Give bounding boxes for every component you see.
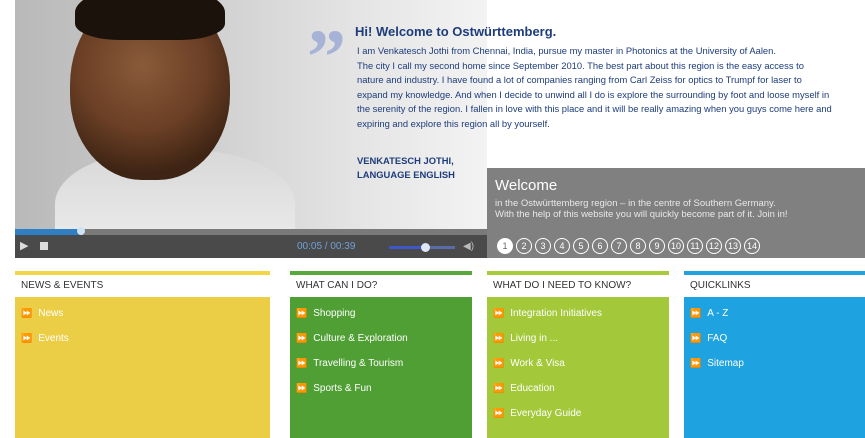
slide-page-2[interactable]: 2 — [516, 238, 532, 254]
tile-link-label: Living in ... — [510, 333, 559, 344]
welcome-line: the serenity of the region. I fallen in … — [357, 103, 832, 115]
fast-forward-icon: ⏩ — [493, 358, 505, 368]
hero-section: ▶ 00:05 / 00:39 ◀) ” Hi! Welcome to Ostw… — [15, 0, 865, 258]
slide-page-4[interactable]: 4 — [554, 238, 570, 254]
tile-link-label: Integration Initiatives — [510, 308, 602, 319]
panel-text: in the Ostwürttemberg region – in the ce… — [495, 198, 865, 220]
tile-link-label: Shopping — [313, 308, 356, 319]
slide-page-11[interactable]: 11 — [687, 238, 703, 254]
slide-page-13[interactable]: 13 — [725, 238, 741, 254]
slide-page-14[interactable]: 14 — [744, 238, 760, 254]
volume-slider[interactable] — [389, 243, 455, 252]
tile-link-label: News — [38, 308, 64, 319]
tile-link[interactable]: ⏩ Education — [493, 380, 669, 396]
play-icon[interactable]: ▶ — [20, 240, 32, 252]
fast-forward-icon: ⏩ — [493, 308, 505, 318]
signature-language: LANGUAGE ENGLISH — [357, 169, 455, 180]
panel-line: in the Ostwürttemberg region – in the ce… — [495, 198, 776, 209]
volume-fill — [389, 246, 426, 249]
fast-forward-icon: ⏩ — [296, 333, 308, 343]
tile-link[interactable]: ⏩ Events — [21, 330, 270, 346]
panel-line: With the help of this website you will q… — [495, 209, 788, 220]
tile-link-label: Sitemap — [707, 358, 744, 369]
tile-needtoknow: WHAT DO I NEED TO KNOW? ⏩ Integration Init… — [487, 271, 669, 438]
fast-forward-icon: ⏩ — [690, 308, 702, 318]
tile-link[interactable]: ⏩ Culture & Exploration — [296, 330, 472, 346]
welcome-line: nature and industry. I have found a lot … — [357, 74, 802, 86]
fast-forward-icon: ⏩ — [21, 308, 33, 318]
fast-forward-icon: ⏩ — [493, 383, 505, 393]
tile-link-label: Travelling & Tourism — [313, 358, 404, 369]
video-progress-handle[interactable] — [77, 227, 86, 235]
tile-link-label: Events — [38, 333, 69, 344]
video-frame-person-hair — [75, 0, 225, 40]
fast-forward-icon: ⏩ — [690, 333, 702, 343]
welcome-line: The city I call my second home since Sep… — [357, 59, 804, 71]
tile-title: WHAT CAN I DO? — [290, 275, 472, 297]
tile-link[interactable]: ⏩ FAQ — [690, 330, 865, 346]
tile-title: WHAT DO I NEED TO KNOW? — [487, 275, 669, 297]
tile-link[interactable]: ⏩ Work & Visa — [493, 355, 669, 371]
welcome-heading: Hi! Welcome to Ostwürttemberg. — [355, 24, 557, 39]
tile-link[interactable]: ⏩ Living in ... — [493, 330, 669, 346]
signature-name: VENKATESCH JOTHI, — [357, 155, 454, 166]
slide-page-8[interactable]: 8 — [630, 238, 646, 254]
speaker-icon[interactable]: ◀) — [463, 241, 474, 252]
slide-page-5[interactable]: 5 — [573, 238, 589, 254]
tile-link-label: Work & Visa — [510, 358, 565, 369]
video-progress-bar[interactable] — [15, 227, 487, 235]
tile-link-label: A - Z — [707, 308, 729, 319]
quote-mark-icon: ” — [307, 13, 346, 100]
tile-link-label: Everyday Guide — [510, 408, 582, 419]
welcome-line: expiring and explore this region all by … — [357, 117, 550, 129]
fast-forward-icon: ⏩ — [493, 408, 505, 418]
fast-forward-icon: ⏩ — [690, 358, 702, 368]
tile-link-list: ⏩ Integration Initiatives ⏩ Living in ... ⏩ W… — [487, 297, 669, 438]
slide-page-12[interactable]: 12 — [706, 238, 722, 254]
slide-page-6[interactable]: 6 — [592, 238, 608, 254]
fast-forward-icon: ⏩ — [493, 333, 505, 343]
tile-link[interactable]: ⏩ News — [21, 305, 270, 321]
fast-forward-icon: ⏩ — [21, 333, 33, 343]
video-progress-fill — [15, 229, 82, 235]
tile-link-list: ⏩ News ⏩ Events — [15, 297, 270, 438]
welcome-text: I am Venkatesch Jothi from Chennai, Indi… — [357, 44, 857, 132]
tile-link-label: Culture & Exploration — [313, 333, 408, 344]
welcome-panel: Welcome in the Ostwürttemberg region – i… — [487, 168, 865, 258]
slide-page-7[interactable]: 7 — [611, 238, 627, 254]
tile-title: NEWS & EVENTS — [15, 275, 270, 297]
tile-link-list: ⏩ A - Z ⏩ FAQ ⏩ Sitemap — [684, 297, 865, 438]
tile-link-label: Sports & Fun — [313, 383, 372, 394]
testimonial-signature: VENKATESCH JOTHI, LANGUAGE ENGLISH — [357, 154, 455, 182]
tile-link-list: ⏩ Shopping ⏩ Culture & Exploration ⏩ Travelli… — [290, 297, 472, 438]
tile-link-label: Education — [510, 383, 555, 394]
tile-link[interactable]: ⏩ Everyday Guide — [493, 405, 669, 421]
tile-link[interactable]: ⏩ Sitemap — [690, 355, 865, 371]
welcome-line: I am Venkatesch Jothi from Chennai, Indi… — [357, 45, 776, 56]
fast-forward-icon: ⏩ — [296, 308, 308, 318]
slide-page-3[interactable]: 3 — [535, 238, 551, 254]
fast-forward-icon: ⏩ — [296, 383, 308, 393]
video-time: 00:05 / 00:39 — [297, 241, 356, 252]
tile-link[interactable]: ⏩ A - Z — [690, 305, 865, 321]
tile-link-label: FAQ — [707, 333, 728, 344]
tile-quicklinks: QUICKLINKS ⏩ A - Z ⏩ FAQ ⏩ Sitemap — [684, 271, 865, 438]
tile-news: NEWS & EVENTS ⏩ News ⏩ Events — [15, 271, 270, 438]
slide-page-1[interactable]: 1 — [497, 238, 513, 254]
tile-link[interactable]: ⏩ Travelling & Tourism — [296, 355, 472, 371]
fast-forward-icon: ⏩ — [296, 358, 308, 368]
stop-icon[interactable] — [40, 242, 48, 250]
slide-page-10[interactable]: 10 — [668, 238, 684, 254]
slide-page-9[interactable]: 9 — [649, 238, 665, 254]
tile-link[interactable]: ⏩ Integration Initiatives — [493, 305, 669, 321]
tile-whatcando: WHAT CAN I DO? ⏩ Shopping ⏩ Culture & Explor… — [290, 271, 472, 438]
welcome-line: expand my knowledge. And when I decide t… — [357, 88, 830, 100]
tile-link[interactable]: ⏩ Sports & Fun — [296, 380, 472, 396]
slide-pager: 1 2 3 4 5 6 7 8 9 10 11 12 13 14 — [497, 238, 760, 254]
tile-title: QUICKLINKS — [684, 275, 865, 297]
tile-link[interactable]: ⏩ Shopping — [296, 305, 472, 321]
panel-title: Welcome — [495, 177, 558, 194]
